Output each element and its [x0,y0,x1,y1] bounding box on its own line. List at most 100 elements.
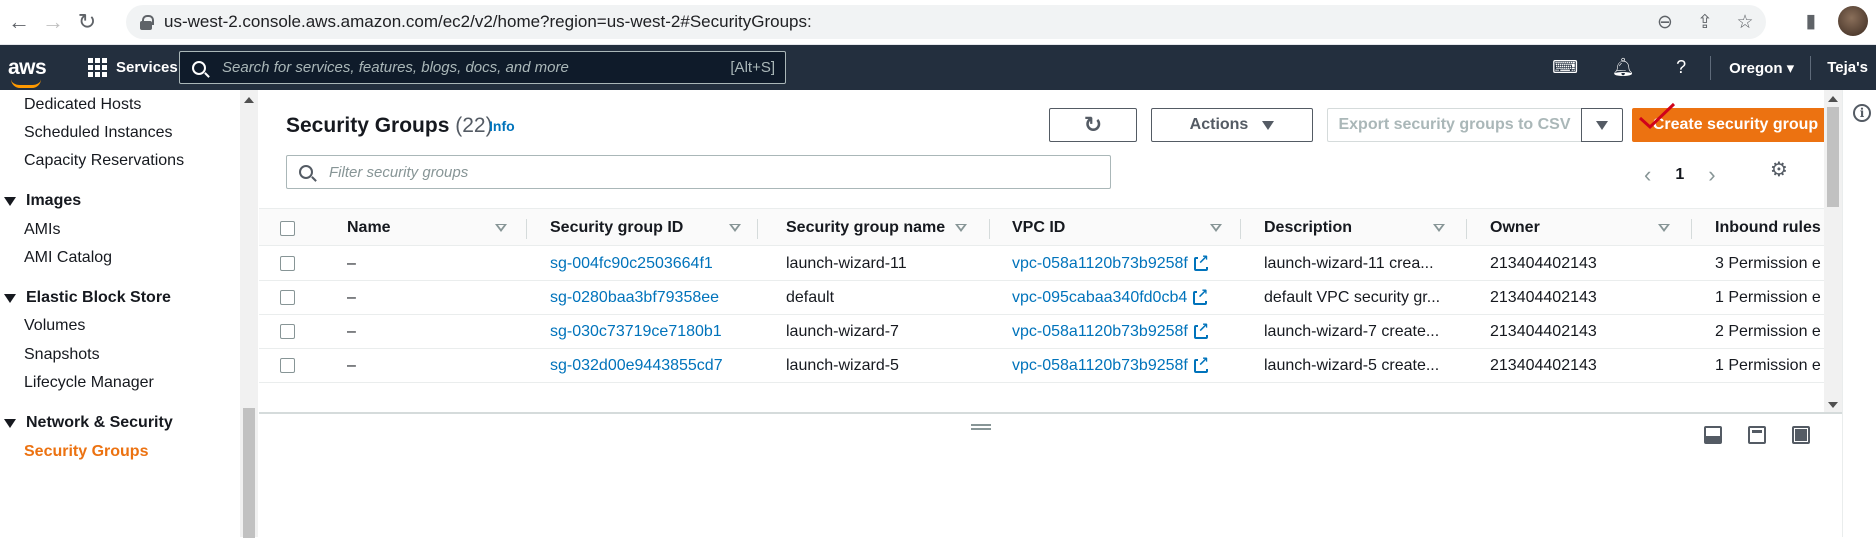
sort-icon[interactable] [729,224,741,232]
cell-vpc-id-link[interactable]: vpc-095cabaa340fd0cb4 [1012,281,1209,315]
sidebar-item-security-groups[interactable]: Security Groups [24,443,148,461]
bookmark-star-icon[interactable]: ☆ [1734,11,1756,34]
cell-vpc-id-link[interactable]: vpc-058a1120b73b9258f [1012,315,1209,349]
column-header-owner[interactable]: Owner [1490,209,1540,247]
cell-vpc-id-link[interactable]: vpc-058a1120b73b9258f [1012,349,1209,383]
sidebar-item-scheduled-instances[interactable]: Scheduled Instances [24,124,173,142]
cell-security-group-id-link[interactable]: sg-004fc90c2503664f1 [550,247,713,281]
table-row[interactable]: – sg-004fc90c2503664f1 launch-wizard-11 … [259,247,1824,281]
sort-icon[interactable] [495,224,507,232]
sidebar-item-lifecycle-manager[interactable]: Lifecycle Manager [24,374,154,392]
services-menu[interactable]: Services [88,58,178,77]
help-icon[interactable]: ? [1652,57,1710,78]
region-selector[interactable]: Oregon ▾ [1711,59,1810,77]
next-page-icon[interactable]: › [1708,162,1715,188]
table-row[interactable]: – sg-030c73719ce7180b1 launch-wizard-7 v… [259,315,1824,349]
cloudshell-icon[interactable]: ⌨ [1536,57,1594,78]
aws-logo[interactable]: aws [8,56,52,88]
sidebar-item-dedicated-hosts[interactable]: Dedicated Hosts [24,96,141,114]
table-row[interactable]: – sg-032d00e9443855cd7 launch-wizard-5 v… [259,349,1824,383]
zoom-icon[interactable]: ⊖ [1654,11,1676,34]
sidebar-item-snapshots[interactable]: Snapshots [24,346,100,364]
external-link-icon[interactable] [1193,355,1209,373]
side-panel-icon[interactable]: ▮ [1800,10,1822,33]
cell-vpc-id-link[interactable]: vpc-058a1120b73b9258f [1012,247,1209,281]
row-checkbox[interactable] [280,290,295,305]
sort-icon[interactable] [955,224,967,232]
column-header-inbound-rules[interactable]: Inbound rules [1715,209,1821,247]
create-security-group-button[interactable]: Create security group [1632,108,1839,142]
info-link[interactable]: Info [489,118,515,134]
sidebar-scrollbar[interactable] [240,90,258,538]
notifications-bell-icon[interactable]: 🔔︎ [1594,57,1652,78]
forward-icon[interactable]: → [38,7,68,37]
sidebar-item-volumes[interactable]: Volumes [24,317,85,335]
scrollbar-thumb[interactable] [1827,107,1839,207]
global-search-input[interactable]: Search for services, features, blogs, do… [179,51,786,84]
column-header-vpc-id[interactable]: VPC ID [1012,209,1065,247]
current-page[interactable]: 1 [1675,166,1684,184]
address-bar[interactable]: us-west-2.console.aws.amazon.com/ec2/v2/… [126,5,1766,39]
vpc-id-text[interactable]: vpc-058a1120b73b9258f [1012,357,1188,375]
actions-label: Actions [1189,116,1249,133]
vpc-id-text[interactable]: vpc-058a1120b73b9258f [1012,323,1188,341]
search-icon [192,60,206,75]
export-csv-button[interactable]: Export security groups to CSV [1327,108,1581,142]
sidebar-item-ami-catalog[interactable]: AMI Catalog [24,249,112,267]
split-panel-full-icon[interactable] [1792,426,1810,444]
scroll-down-icon[interactable] [1828,402,1838,408]
sidebar-group-network-security[interactable]: Network & Security [4,414,173,432]
info-icon[interactable]: i [1853,104,1871,122]
actions-button[interactable]: Actions [1151,108,1313,142]
vpc-id-text[interactable]: vpc-095cabaa340fd0cb4 [1012,289,1187,307]
scrollbar-thumb[interactable] [243,408,255,538]
panel-vertical-scrollbar[interactable] [1824,90,1842,412]
share-icon[interactable]: ⇪ [1694,11,1716,34]
split-panel-bottom-icon[interactable] [1704,426,1722,444]
sort-icon[interactable] [1433,224,1445,232]
sort-icon[interactable] [1658,224,1670,232]
scroll-up-icon[interactable] [1828,96,1838,102]
column-divider [757,219,758,239]
external-link-icon[interactable] [1193,321,1209,339]
sidebar-group-elastic-block-store[interactable]: Elastic Block Store [4,289,171,307]
column-divider [989,219,990,239]
external-link-icon[interactable] [1193,287,1209,305]
previous-page-icon[interactable]: ‹ [1644,162,1651,188]
sidebar-item-capacity-reservations[interactable]: Capacity Reservations [24,152,184,170]
sidebar-item-amis[interactable]: AMIs [24,221,60,239]
sort-icon[interactable] [1210,224,1222,232]
filter-security-groups-input[interactable]: Filter security groups [286,155,1111,189]
row-checkbox[interactable] [280,358,295,373]
column-header-name[interactable]: Name [347,209,391,247]
column-header-security-group-id[interactable]: Security group ID [550,209,683,247]
sidebar-group-images[interactable]: Images [4,192,81,210]
gear-icon[interactable]: ⚙ [1769,160,1789,180]
table-row[interactable]: – sg-0280baa3bf79358ee default vpc-095ca… [259,281,1824,315]
cell-security-group-id-link[interactable]: sg-0280baa3bf79358ee [550,281,719,315]
column-header-security-group-name[interactable]: Security group name [786,209,945,247]
column-label: Inbound rules [1715,219,1821,236]
cell-name: – [347,357,356,374]
page-title: Security Groups (22) [286,114,493,138]
cell-security-group-id-link[interactable]: sg-032d00e9443855cd7 [550,349,723,383]
cell-name: – [347,323,356,340]
back-icon[interactable]: ← [4,7,34,37]
row-checkbox[interactable] [280,256,295,271]
split-panel-side-icon[interactable] [1748,426,1766,444]
scroll-up-icon[interactable] [244,97,254,103]
cell-security-group-id-link[interactable]: sg-030c73719ce7180b1 [550,315,722,349]
row-checkbox[interactable] [280,324,295,339]
resize-handle[interactable] [971,424,991,430]
external-link-icon[interactable] [1193,253,1209,271]
column-header-description[interactable]: Description [1264,209,1352,247]
profile-avatar[interactable] [1838,6,1868,36]
cell-description: launch-wizard-7 create... [1264,323,1440,340]
vpc-id-text[interactable]: vpc-058a1120b73b9258f [1012,255,1188,273]
export-dropdown-button[interactable] [1581,108,1623,142]
reload-icon[interactable]: ↻ [72,7,102,37]
refresh-button[interactable]: ↻ [1049,108,1137,142]
select-all-checkbox[interactable] [280,221,295,236]
url-text[interactable]: us-west-2.console.aws.amazon.com/ec2/v2/… [164,12,812,32]
account-menu[interactable]: Teja's [1811,59,1876,76]
